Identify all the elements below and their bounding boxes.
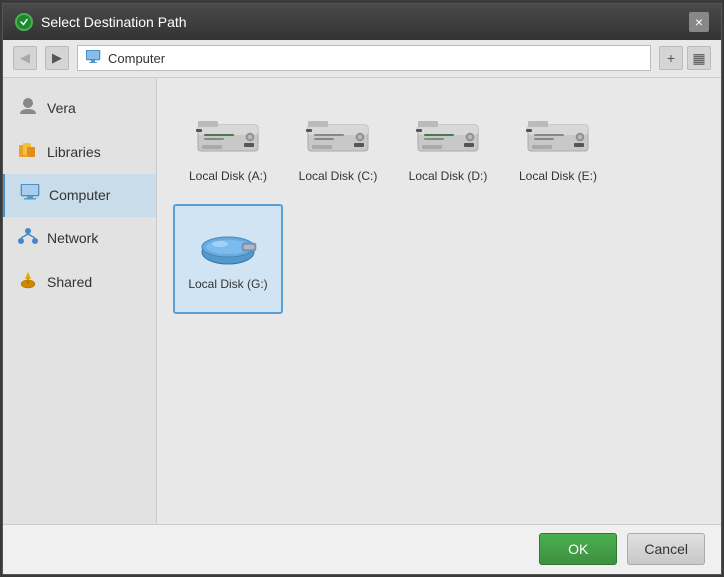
toolbar-right: + ▦	[659, 46, 711, 70]
address-bar: Computer	[77, 45, 651, 71]
libraries-icon	[17, 141, 39, 164]
back-button[interactable]: ◀	[13, 46, 37, 70]
shared-icon	[17, 270, 39, 295]
disk-label-d: Local Disk (D:)	[409, 169, 488, 183]
usb-icon-g	[192, 227, 264, 269]
new-folder-button[interactable]: +	[659, 46, 683, 70]
address-text: Computer	[108, 51, 165, 66]
network-icon	[17, 227, 39, 250]
hdd-icon-c	[304, 115, 372, 161]
toolbar: ◀ ▶ Computer + ▦	[3, 40, 721, 78]
sidebar-item-vera[interactable]: Vera	[3, 86, 156, 131]
cancel-button[interactable]: Cancel	[627, 533, 705, 565]
sidebar-item-libraries[interactable]: Libraries	[3, 131, 156, 174]
disk-item-g[interactable]: Local Disk (G:)	[173, 204, 283, 314]
sidebar-label-libraries: Libraries	[47, 144, 101, 160]
sidebar-item-network[interactable]: Network	[3, 217, 156, 260]
computer-sidebar-icon	[19, 184, 41, 207]
disk-item-e[interactable]: Local Disk (E:)	[503, 94, 613, 204]
sidebar-label-vera: Vera	[47, 100, 76, 116]
bottom-bar: OK Cancel	[3, 524, 721, 574]
hdd-icon-d	[414, 115, 482, 161]
hdd-icon-a	[194, 115, 262, 161]
forward-button[interactable]: ▶	[45, 46, 69, 70]
main-content: Local Disk (A:) Local Disk (C:)	[157, 78, 721, 524]
app-icon	[15, 13, 33, 31]
disk-item-c[interactable]: Local Disk (C:)	[283, 94, 393, 204]
sidebar-label-computer: Computer	[49, 187, 110, 203]
title-bar: Select Destination Path ×	[3, 4, 721, 40]
sidebar-label-shared: Shared	[47, 274, 92, 290]
sidebar: Vera Libraries	[3, 78, 157, 524]
hdd-icon-e	[524, 115, 592, 161]
dialog: Select Destination Path × ◀ ▶ Computer +…	[2, 3, 722, 575]
computer-icon	[86, 50, 102, 67]
disk-label-a: Local Disk (A:)	[189, 169, 267, 183]
disk-label-e: Local Disk (E:)	[519, 169, 597, 183]
vera-icon	[17, 96, 39, 121]
ok-button[interactable]: OK	[539, 533, 617, 565]
content-area: Vera Libraries	[3, 78, 721, 524]
sidebar-label-network: Network	[47, 230, 98, 246]
disk-item-d[interactable]: Local Disk (D:)	[393, 94, 503, 204]
disk-item-a[interactable]: Local Disk (A:)	[173, 94, 283, 204]
sidebar-item-shared[interactable]: Shared	[3, 260, 156, 305]
title-bar-left: Select Destination Path	[15, 13, 187, 31]
dialog-title: Select Destination Path	[41, 14, 187, 30]
disk-label-g: Local Disk (G:)	[188, 277, 267, 291]
disk-label-c: Local Disk (C:)	[299, 169, 378, 183]
sidebar-item-computer[interactable]: Computer	[3, 174, 156, 217]
view-button[interactable]: ▦	[687, 46, 711, 70]
close-button[interactable]: ×	[689, 12, 709, 32]
